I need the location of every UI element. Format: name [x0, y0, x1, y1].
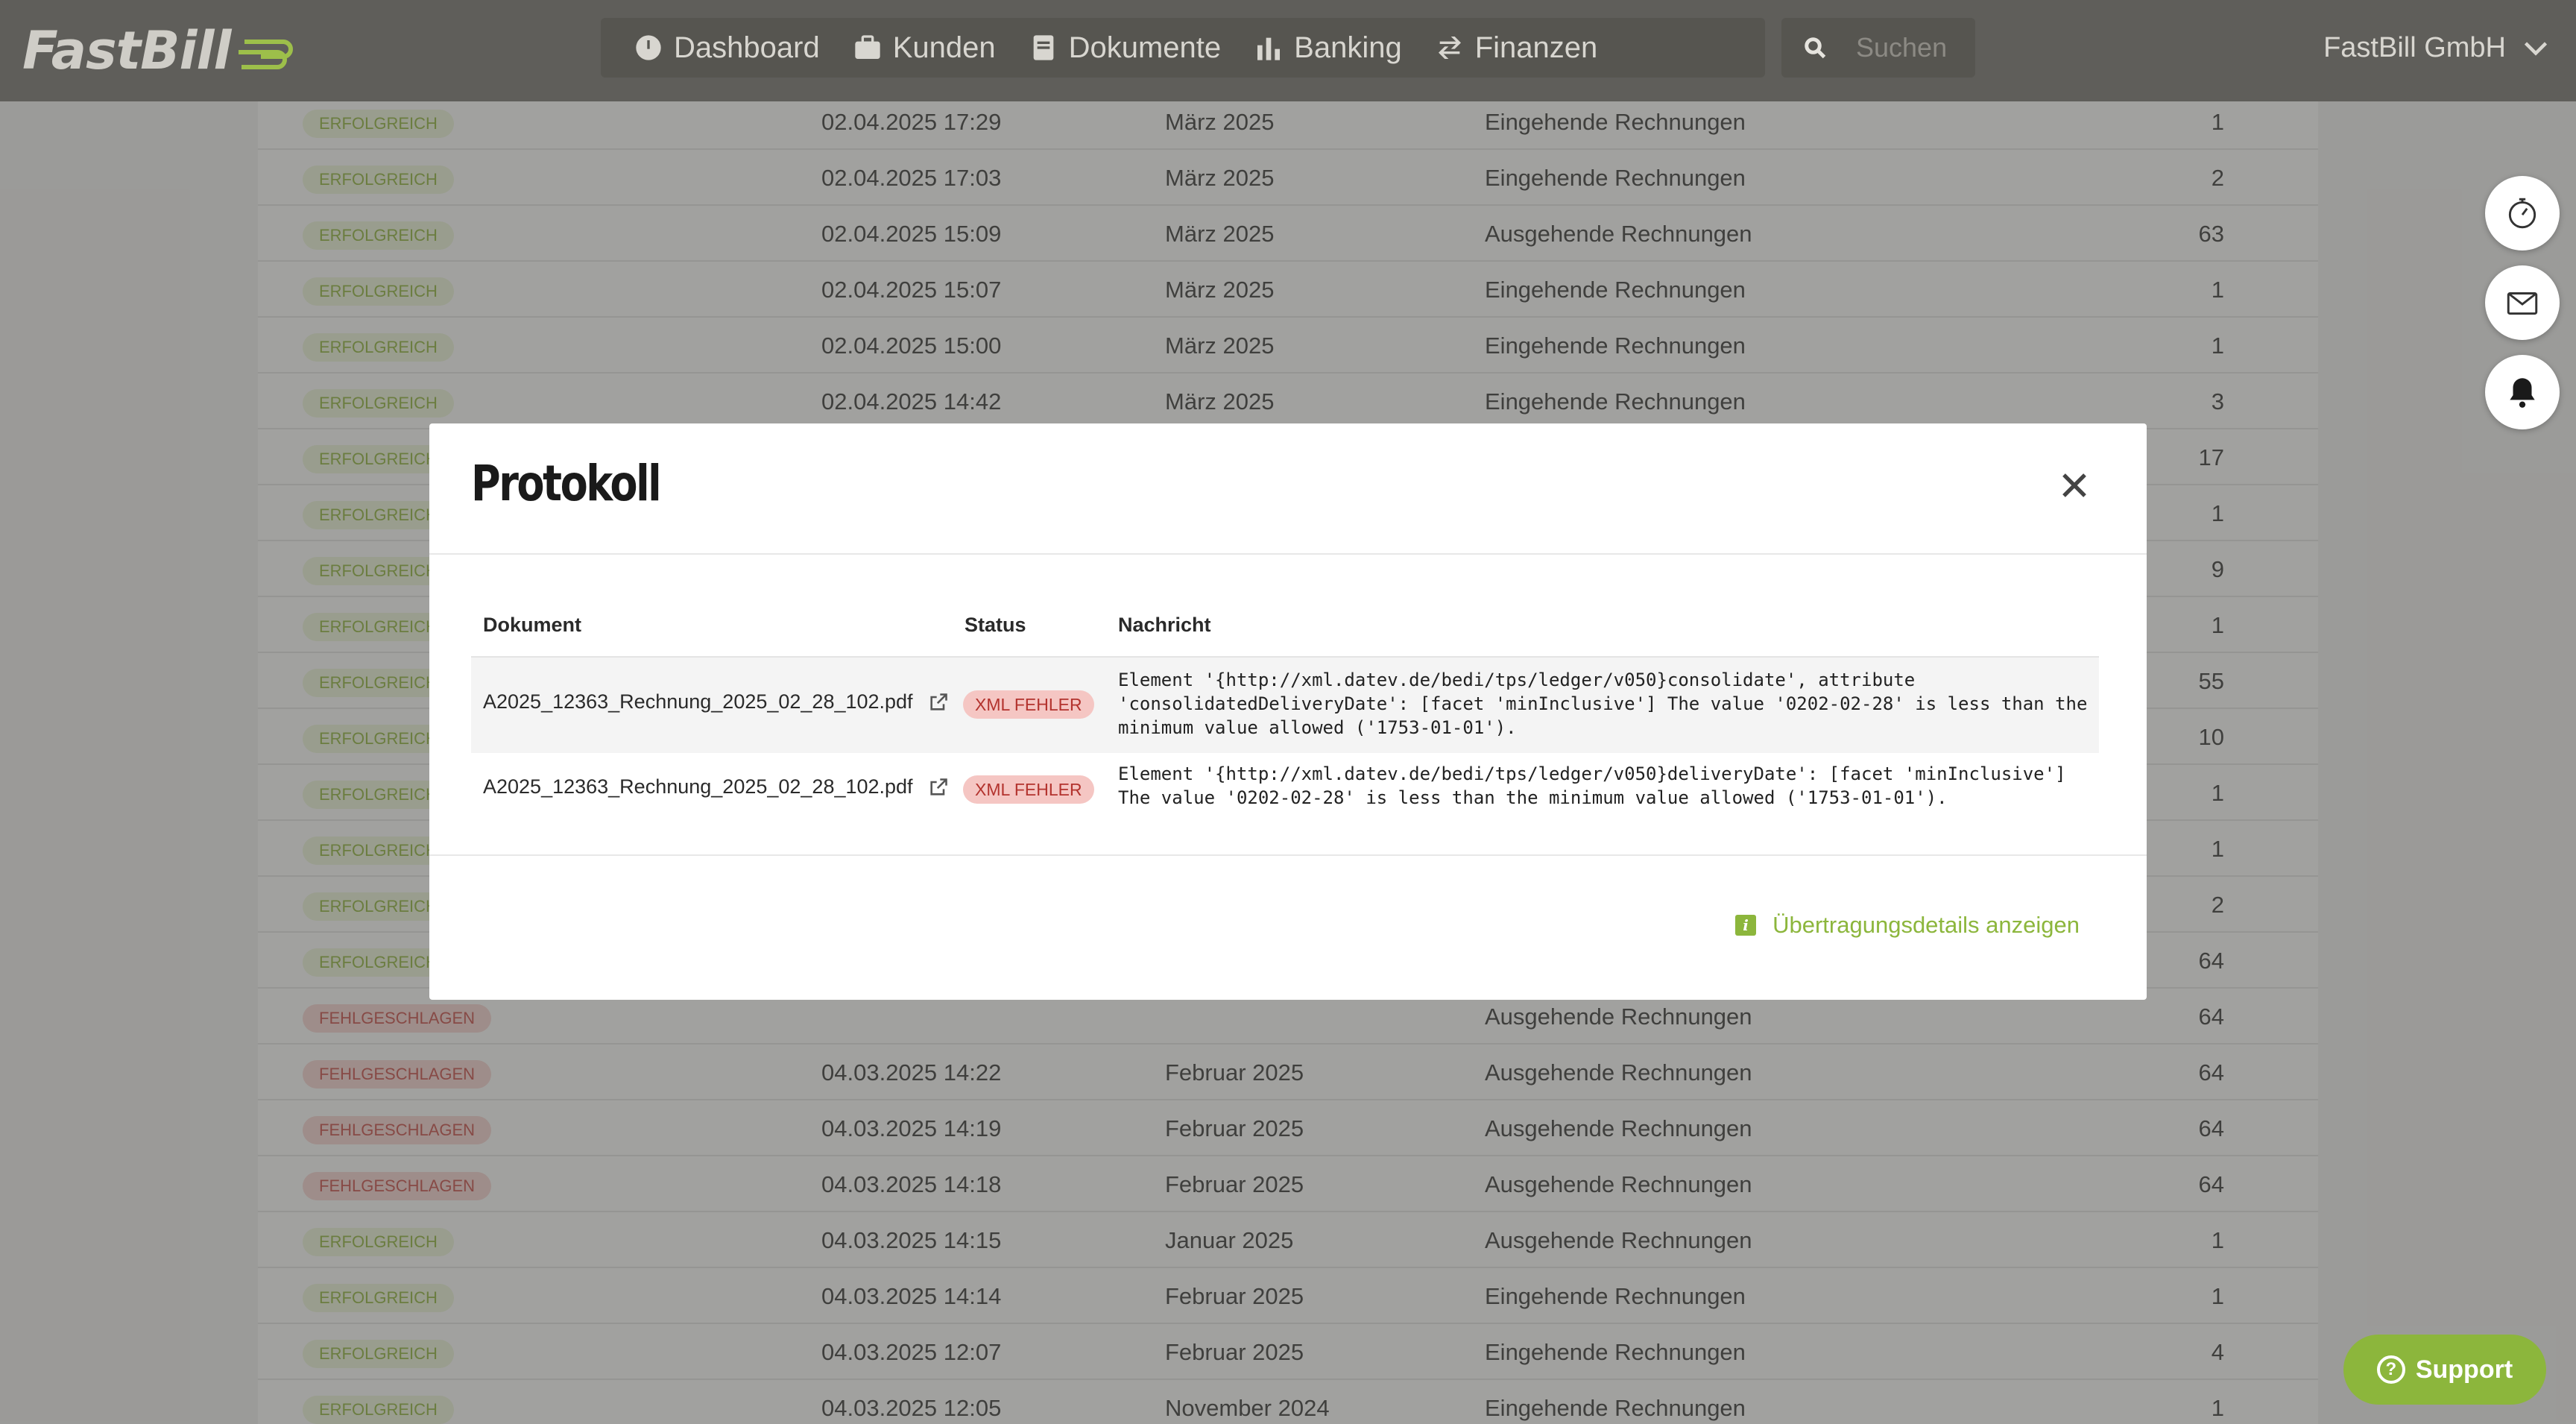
- nav-dokumente-label: Dokumente: [1068, 31, 1222, 64]
- dashboard-icon: [636, 35, 661, 60]
- nav-dashboard-label: Dashboard: [674, 31, 820, 64]
- document-link[interactable]: A2025_12363_Rechnung_2025_02_28_102.pdf: [483, 775, 949, 798]
- notifications-button[interactable]: [2485, 355, 2560, 429]
- column-header-document: Dokument: [483, 614, 582, 636]
- company-switcher[interactable]: FastBill GmbH: [2323, 18, 2549, 78]
- messages-button[interactable]: [2485, 265, 2560, 340]
- document-icon: [1033, 35, 1053, 60]
- table-row: A2025_12363_Rechnung_2025_02_28_102.pdf …: [471, 658, 2099, 753]
- question-icon: ?: [2376, 1355, 2405, 1384]
- document-name: A2025_12363_Rechnung_2025_02_28_102.pdf: [483, 690, 913, 713]
- top-navigation-bar: FastBill Dashboard Kunden Dokumente Bank…: [0, 0, 2576, 101]
- search-icon: [1805, 37, 1826, 59]
- table-header: Dokument Status Nachricht: [471, 592, 2099, 658]
- logo-text: FastBill: [22, 20, 231, 81]
- error-message: Element '{http://xml.datev.de/bedi/tps/l…: [1118, 670, 2088, 738]
- search-input[interactable]: [1856, 32, 1975, 63]
- chevron-down-icon: [2524, 42, 2548, 56]
- nav-banking-label: Banking: [1294, 31, 1402, 64]
- transfer-details-link[interactable]: i Übertragungsdetails anzeigen: [1735, 912, 2080, 939]
- info-icon: i: [1735, 915, 1757, 936]
- document-link[interactable]: A2025_12363_Rechnung_2025_02_28_102.pdf: [483, 690, 949, 713]
- error-message: Element '{http://xml.datev.de/bedi/tps/l…: [1118, 763, 2066, 808]
- modal-footer-divider: [429, 854, 2147, 856]
- support-label: Support: [2415, 1355, 2513, 1384]
- modal-header: Protokoll: [429, 423, 2147, 555]
- timer-button[interactable]: [2485, 176, 2560, 251]
- nav-kunden-label: Kunden: [892, 31, 996, 64]
- envelope-icon: [2507, 292, 2538, 315]
- status-badge: XML FEHLER: [963, 690, 1094, 719]
- briefcase-icon: [855, 35, 880, 59]
- protokoll-modal: Protokoll Dokument Status Nachricht A202…: [429, 423, 2147, 1000]
- modal-title: Protokoll: [471, 455, 662, 512]
- nav-dokumente[interactable]: Dokumente: [1029, 18, 1254, 78]
- external-link-icon[interactable]: [928, 777, 949, 798]
- nav-dashboard[interactable]: Dashboard: [634, 18, 853, 78]
- close-button[interactable]: [2059, 470, 2090, 501]
- status-badge: XML FEHLER: [963, 775, 1094, 804]
- logo-mark-icon: [238, 40, 293, 69]
- bar-chart-icon: [1257, 37, 1281, 60]
- exchange-icon: [1438, 37, 1461, 59]
- fastbill-logo[interactable]: FastBill: [22, 16, 295, 85]
- close-icon: [2062, 473, 2086, 497]
- stopwatch-icon: [2508, 198, 2536, 229]
- column-header-message: Nachricht: [1118, 614, 1211, 636]
- nav-finanzen[interactable]: Finanzen: [1435, 18, 1631, 78]
- protokoll-table: Dokument Status Nachricht A2025_12363_Re…: [471, 592, 2099, 828]
- main-navigation: Dashboard Kunden Dokumente Banking Finan…: [601, 18, 1765, 78]
- nav-finanzen-label: Finanzen: [1474, 31, 1598, 64]
- company-name: FastBill GmbH: [2323, 31, 2506, 63]
- transfer-details-label: Übertragungsdetails anzeigen: [1772, 912, 2080, 938]
- external-link-icon[interactable]: [928, 692, 949, 713]
- nav-kunden[interactable]: Kunden: [853, 18, 1029, 78]
- search-box[interactable]: [1781, 18, 1975, 78]
- bell-icon: [2510, 378, 2535, 408]
- table-row: A2025_12363_Rechnung_2025_02_28_102.pdf …: [471, 753, 2099, 828]
- document-name: A2025_12363_Rechnung_2025_02_28_102.pdf: [483, 775, 913, 798]
- column-header-status: Status: [965, 614, 1026, 636]
- nav-banking[interactable]: Banking: [1254, 18, 1435, 78]
- support-button[interactable]: ? Support: [2343, 1335, 2546, 1405]
